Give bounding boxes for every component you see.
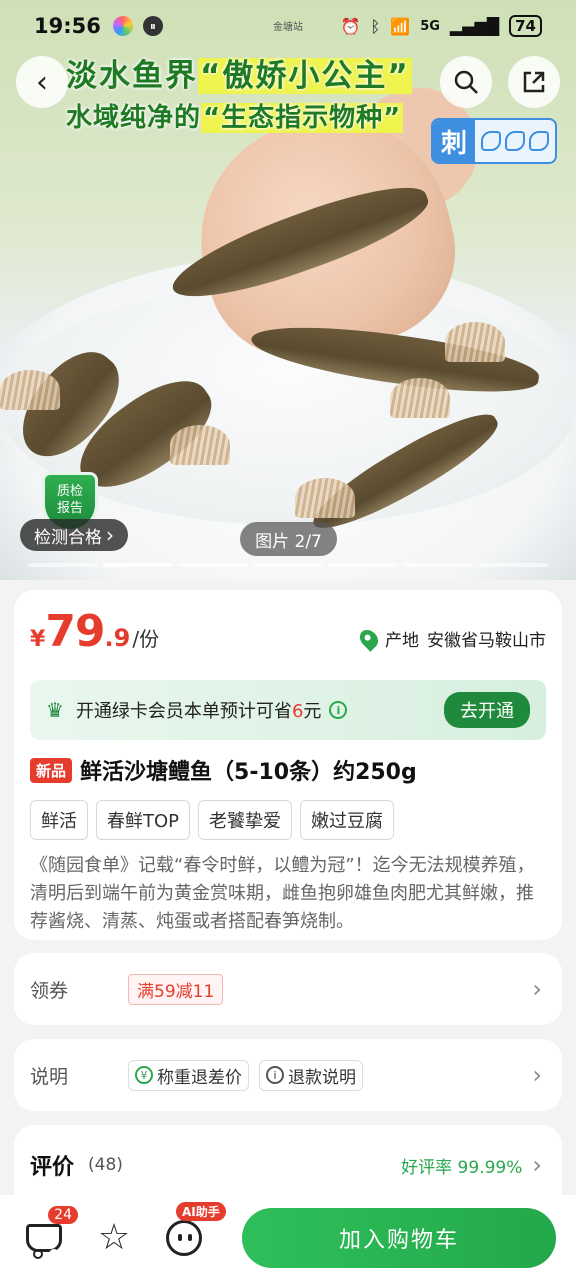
product-tag: 鲜活 — [30, 800, 88, 840]
origin-value: 安徽省马鞍山市 — [427, 631, 546, 651]
fishbone-icon — [505, 131, 525, 151]
chevron-right-icon: › — [532, 1061, 542, 1089]
price-unit: /份 — [132, 627, 160, 651]
status-bar: 19:56 ⏸ 金塘站 ⏰ ᛒ 📶 5G ▂▄▆█ 74 — [0, 0, 576, 52]
info-icon[interactable]: i — [329, 701, 348, 719]
origin-label: 产地 — [385, 631, 419, 651]
fin-graphic — [0, 370, 60, 410]
ai-assistant-icon — [166, 1219, 202, 1256]
notes-row-label: 说明 — [30, 1065, 69, 1088]
carousel-progress — [28, 563, 548, 567]
positive-rating: 好评率 99.99% — [401, 1157, 523, 1178]
search-button[interactable] — [440, 56, 492, 108]
product-tag: 春鲜TOP — [96, 800, 191, 840]
fin-graphic — [170, 425, 230, 465]
spine-label: 刺 — [433, 120, 475, 162]
hero-title: 淡水鱼界“傲娇小公主” — [66, 58, 412, 94]
fin-graphic — [295, 478, 355, 518]
qc-badge-line1: 质检 — [56, 484, 83, 499]
qc-passed-button[interactable]: 检测合格 › — [20, 519, 128, 551]
product-title-row: 新品 鲜活沙塘鳢鱼（5-10条）约250g — [30, 754, 417, 786]
back-button[interactable]: ‹ — [16, 56, 68, 108]
carousel-dot — [328, 563, 398, 567]
qc-badge-line2: 报告 — [56, 501, 83, 516]
carousel-dot — [28, 563, 98, 567]
coupon-chip[interactable]: 满59减11 — [128, 973, 224, 1005]
cart-icon — [26, 1223, 62, 1259]
product-title: 鲜活沙塘鳢鱼（5-10条）约250g — [80, 760, 417, 785]
share-button[interactable] — [508, 56, 560, 108]
weight-refund-note[interactable]: ¥ 称重退差价 — [128, 1059, 249, 1091]
refund-policy-note[interactable]: i 退款说明 — [259, 1059, 363, 1091]
price-integer: 79 — [45, 606, 105, 657]
chevron-right-icon: › — [106, 523, 114, 547]
new-badge: 新品 — [30, 757, 73, 783]
membership-text: 开通绿卡会员本单预计可省6元 — [75, 701, 322, 722]
fin-graphic — [390, 378, 450, 418]
coupon-row-label: 领券 — [30, 979, 69, 1002]
qc-pill-label: 检测合格 — [34, 527, 102, 548]
location-pin-icon — [356, 625, 382, 652]
fishbone-icon — [529, 131, 549, 151]
product-description: 《随园食单》记载“春令时鲜，以鳢为冠”！迄今无法规模养殖，清明后到端午前为黄金赏… — [30, 855, 535, 932]
reviews-title: 评价 — [30, 1155, 75, 1180]
carousel-dot — [253, 563, 323, 567]
carousel-dot — [478, 563, 548, 567]
carousel-dot — [178, 563, 248, 567]
add-to-cart-button[interactable]: 加入购物车 — [242, 1207, 556, 1268]
cart-count-badge: 24 — [48, 1205, 78, 1224]
origin-info: 产地 安徽省马鞍山市 — [356, 625, 546, 652]
fin-graphic — [445, 322, 505, 362]
search-icon — [454, 70, 478, 94]
image-counter: 图片 2/7 — [240, 522, 337, 556]
membership-banner[interactable]: ♛ 开通绿卡会员本单预计可省6元 i 去开通 — [30, 680, 546, 740]
product-tags: 鲜活 春鲜TOP 老饕挚爱 嫩过豆腐 — [30, 800, 395, 840]
spine-level-badge: 刺 — [431, 118, 557, 164]
price-currency: ¥ — [30, 627, 46, 652]
notes-row[interactable]: 说明 ¥ 称重退差价 i 退款说明 › — [14, 1039, 562, 1111]
note-label: 退款说明 — [288, 1067, 356, 1088]
product-info-card: ¥ 79 .9 /份 产地 安徽省马鞍山市 ♛ 开通绿卡会员本单预计可省6元 i… — [14, 590, 562, 940]
chevron-right-icon: › — [532, 975, 542, 1003]
cart-button[interactable]: 24 — [20, 1205, 78, 1262]
open-membership-button[interactable]: 去开通 — [444, 692, 530, 728]
product-tag: 老饕挚爱 — [198, 800, 293, 840]
crown-icon: ♛ — [46, 698, 64, 722]
share-icon — [523, 71, 545, 93]
ai-assistant-button[interactable]: AI助手 — [160, 1201, 226, 1262]
yuan-icon: ¥ — [135, 1066, 153, 1084]
hero-subtitle: 水域纯净的“生态指示物种” — [66, 103, 404, 133]
status-center-label: 金塘站 — [273, 22, 303, 33]
price: ¥ 79 .9 /份 — [30, 606, 159, 657]
chevron-right-icon: › — [532, 1151, 542, 1179]
back-icon: ‹ — [36, 64, 48, 100]
info-icon: i — [266, 1066, 284, 1084]
product-tag: 嫩过豆腐 — [300, 800, 395, 840]
carousel-dot — [403, 563, 473, 567]
coupon-row[interactable]: 领券 满59减11 › — [14, 953, 562, 1025]
bottom-action-bar: 24 ☆ AI助手 加入购物车 — [0, 1195, 576, 1280]
note-label: 称重退差价 — [157, 1067, 242, 1088]
favorite-button[interactable]: ☆ — [90, 1214, 138, 1262]
reviews-count: (48) — [88, 1155, 123, 1175]
carousel-dot-active — [103, 563, 173, 567]
ai-assistant-tag: AI助手 — [176, 1201, 226, 1221]
star-icon: ☆ — [97, 1216, 131, 1258]
fishbone-icon — [481, 131, 501, 151]
reviews-row[interactable]: 评价 (48) 好评率 99.99% › — [14, 1125, 562, 1205]
price-decimal: .9 — [104, 624, 131, 652]
